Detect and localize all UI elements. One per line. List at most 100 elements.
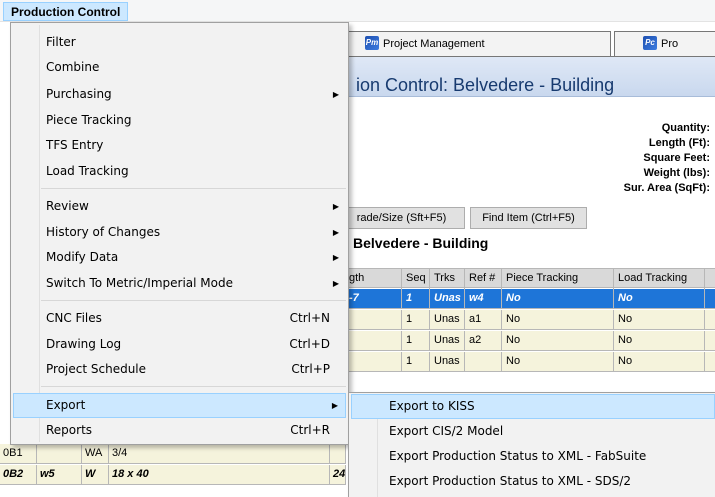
table-cell: W bbox=[82, 465, 109, 485]
submenu-arrow-icon: ▶ bbox=[332, 202, 339, 211]
tab-label: Project Management bbox=[383, 38, 485, 50]
table-cell: 3/4 bbox=[109, 444, 330, 464]
tab-project-management[interactable]: Pm Project Management bbox=[346, 31, 611, 57]
table-cell: 0B2 bbox=[0, 465, 37, 485]
menu-item-cnc-files[interactable]: CNC Files Ctrl+N bbox=[13, 306, 346, 331]
table-cell bbox=[466, 352, 502, 372]
table-cell: No bbox=[615, 310, 705, 330]
table-cell bbox=[706, 331, 715, 351]
table-cell: No bbox=[615, 352, 705, 372]
stat-length-label: Length (Ft): bbox=[648, 137, 710, 149]
table-row[interactable]: 1 Unas a2 No No bbox=[346, 331, 715, 351]
table-cell: Unas bbox=[431, 352, 465, 372]
table-cell: 1 bbox=[403, 352, 430, 372]
table-row[interactable]: 0B1 WA 3/4 bbox=[0, 444, 346, 464]
table-cell: a2 bbox=[466, 331, 502, 351]
menu-item-export-cis2-model[interactable]: Export CIS/2 Model bbox=[351, 419, 715, 444]
menu-item-purchasing[interactable]: Purchasing ▶ bbox=[13, 82, 346, 107]
page-title: ion Control: Belvedere - Building bbox=[356, 75, 615, 95]
table-cell bbox=[346, 352, 402, 372]
stats-panel: Quantity: Length (Ft): Square Feet: Weig… bbox=[624, 121, 710, 196]
menu-separator bbox=[41, 386, 346, 387]
menu-item-project-schedule[interactable]: Project Schedule Ctrl+P bbox=[13, 357, 346, 382]
table-cell: 0B1 bbox=[0, 444, 37, 464]
table-cell bbox=[346, 331, 402, 351]
table-cell: 18 x 40 bbox=[109, 465, 330, 485]
tab-label: Pro bbox=[661, 38, 679, 50]
table-cell: a1 bbox=[466, 310, 502, 330]
table-cell: No bbox=[615, 331, 705, 351]
menu-production-control[interactable]: Production Control bbox=[3, 2, 129, 21]
menu-item-modify-data[interactable]: Modify Data ▶ bbox=[13, 245, 346, 270]
project-management-logo-icon: Pm bbox=[365, 36, 379, 51]
table-cell: 1 bbox=[403, 310, 430, 330]
menu-bar: Production Control bbox=[0, 0, 715, 22]
table-cell: No bbox=[503, 352, 614, 372]
table-cell: 1 bbox=[403, 289, 430, 309]
menu-item-reports[interactable]: Reports Ctrl+R bbox=[13, 418, 346, 443]
table-cell: 24 bbox=[330, 465, 346, 485]
tab-production-control[interactable]: Pc Pro bbox=[614, 31, 715, 57]
column-header-trks[interactable]: Trks bbox=[431, 269, 465, 289]
column-header-ref[interactable]: Ref # bbox=[466, 269, 502, 289]
menu-item-filter[interactable]: Filter bbox=[13, 30, 346, 55]
table-row[interactable]: 1 Unas a1 No No bbox=[346, 310, 715, 330]
table-cell bbox=[346, 310, 402, 330]
find-item-button[interactable]: Find Item (Ctrl+F5) bbox=[470, 207, 587, 229]
stat-square-feet-label: Square Feet: bbox=[643, 152, 710, 164]
submenu-arrow-icon: ▶ bbox=[332, 228, 339, 237]
table-cell: Unas bbox=[431, 289, 465, 309]
production-control-logo-icon: Pc bbox=[643, 36, 657, 51]
grid-title: Belvedere - Building bbox=[353, 235, 489, 251]
table-cell: No bbox=[503, 331, 614, 351]
table-row[interactable]: 1 Unas No No bbox=[346, 352, 715, 372]
table-row[interactable]: 0B2 w5 W 18 x 40 24 bbox=[0, 465, 346, 485]
grid-header: gth Seq Trks Ref # Piece Tracking Load T… bbox=[346, 268, 715, 289]
table-row[interactable]: -7 1 Unas w4 No No bbox=[346, 289, 715, 309]
column-header-extra[interactable] bbox=[706, 269, 715, 289]
menu-item-combine[interactable]: Combine bbox=[13, 55, 346, 80]
menu-item-tfs-entry[interactable]: TFS Entry bbox=[13, 133, 346, 158]
production-control-menu: Filter Combine Purchasing ▶ Piece Trackin… bbox=[10, 22, 349, 445]
submenu-arrow-icon: ▶ bbox=[332, 90, 339, 99]
column-header-seq[interactable]: Seq bbox=[403, 269, 430, 289]
submenu-arrow-icon: ▶ bbox=[332, 279, 339, 288]
table-cell: Unas bbox=[431, 310, 465, 330]
table-cell: 1 bbox=[403, 331, 430, 351]
menu-item-export-to-kiss[interactable]: Export to KISS bbox=[351, 394, 715, 419]
menu-item-history-of-changes[interactable]: History of Changes ▶ bbox=[13, 220, 346, 245]
menu-separator bbox=[41, 300, 346, 301]
page-banner: ion Control: Belvedere - Building bbox=[346, 57, 715, 97]
menu-item-switch-units[interactable]: Switch To Metric/Imperial Mode ▶ bbox=[13, 271, 346, 296]
table-cell: No bbox=[503, 310, 614, 330]
table-cell bbox=[706, 289, 715, 309]
table-cell bbox=[706, 352, 715, 372]
menu-item-review[interactable]: Review ▶ bbox=[13, 194, 346, 219]
table-cell: No bbox=[503, 289, 614, 309]
column-header-load-tracking[interactable]: Load Tracking bbox=[615, 269, 705, 289]
table-cell: No bbox=[615, 289, 705, 309]
table-cell: w4 bbox=[466, 289, 502, 309]
table-cell: Unas bbox=[431, 331, 465, 351]
menu-item-drawing-log[interactable]: Drawing Log Ctrl+D bbox=[13, 332, 346, 357]
table-cell: -7 bbox=[346, 289, 402, 309]
menu-item-export-status-fabsuite[interactable]: Export Production Status to XML - FabSui… bbox=[351, 444, 715, 469]
stat-surface-area-label: Sur. Area (SqFt): bbox=[623, 182, 710, 194]
stat-weight-label: Weight (lbs): bbox=[643, 167, 710, 179]
stat-quantity-label: Quantity: bbox=[661, 122, 710, 134]
menu-item-export[interactable]: Export ▶ bbox=[13, 393, 346, 418]
table-cell bbox=[37, 444, 82, 464]
column-header-length[interactable]: gth bbox=[346, 269, 402, 289]
table-cell bbox=[706, 310, 715, 330]
table-cell: WA bbox=[82, 444, 109, 464]
table-cell bbox=[330, 444, 346, 464]
menu-item-export-status-sds2[interactable]: Export Production Status to XML - SDS/2 bbox=[351, 469, 715, 494]
table-cell: w5 bbox=[37, 465, 82, 485]
menu-separator bbox=[41, 188, 346, 189]
column-header-piece-tracking[interactable]: Piece Tracking bbox=[503, 269, 614, 289]
submenu-arrow-icon: ▶ bbox=[332, 253, 339, 262]
menu-item-load-tracking[interactable]: Load Tracking bbox=[13, 159, 346, 184]
menu-item-piece-tracking[interactable]: Piece Tracking bbox=[13, 108, 346, 133]
grade-size-button[interactable]: rade/Size (Sft+F5) bbox=[338, 207, 465, 229]
export-submenu: Export to KISS Export CIS/2 Model Export… bbox=[348, 392, 715, 497]
